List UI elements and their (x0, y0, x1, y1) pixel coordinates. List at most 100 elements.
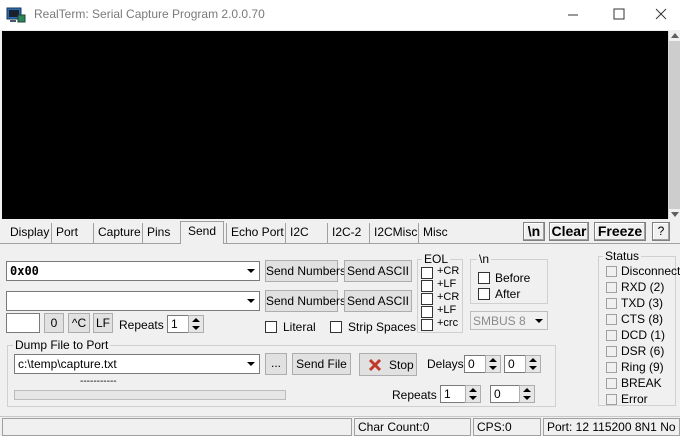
send-ascii-button-1[interactable]: Send ASCII (344, 260, 412, 282)
window-title: RealTerm: Serial Capture Program 2.0.0.7… (34, 7, 265, 21)
newline-group-title: \n (477, 252, 492, 266)
status-label-3: CTS (8) (621, 312, 663, 326)
dump-repeats-label: Repeats (392, 388, 437, 402)
repeats-spinner[interactable] (188, 315, 204, 333)
tab-pins[interactable]: Pins (142, 223, 174, 243)
chevron-down-icon[interactable] (243, 293, 258, 309)
tab-display[interactable]: Display (6, 223, 53, 243)
status-label-4: DCD (1) (621, 328, 665, 342)
scrollbar-thumb[interactable] (669, 41, 680, 209)
spin-up-icon[interactable] (529, 358, 537, 362)
tab-i2c-2[interactable]: I2C-2 (327, 223, 365, 243)
newline-button[interactable]: \n (523, 222, 545, 241)
spin-up-icon[interactable] (469, 388, 477, 392)
spin-down-icon[interactable] (529, 366, 537, 370)
spin-down-icon[interactable] (489, 366, 497, 370)
send-file-button[interactable]: Send File (292, 353, 351, 375)
single-char-input[interactable] (6, 313, 40, 333)
literal-checkbox[interactable] (265, 321, 277, 333)
eol-cr-checkbox-2[interactable] (421, 293, 433, 305)
scroll-up-icon[interactable] (671, 33, 679, 38)
delay1-input[interactable]: 0 (464, 355, 486, 373)
status-label-2: TXD (3) (621, 296, 663, 310)
tab-echo-port[interactable]: Echo Port (226, 223, 288, 243)
zero-button[interactable]: 0 (44, 313, 64, 333)
dump-repeats1-spinner[interactable] (465, 385, 481, 403)
spin-up-icon[interactable] (489, 358, 497, 362)
tab-port[interactable]: Port (51, 223, 82, 243)
newline-after-checkbox[interactable] (478, 288, 490, 300)
spin-up-icon[interactable] (192, 318, 200, 322)
spin-down-icon[interactable] (469, 396, 477, 400)
dump-file-path-combo[interactable]: c:\temp\capture.txt (14, 354, 260, 374)
send-line2-combo[interactable] (6, 291, 260, 311)
status-label-5: DSR (6) (621, 344, 665, 358)
dump-repeats2-spinner[interactable] (519, 385, 535, 403)
scroll-down-icon[interactable] (671, 212, 679, 217)
status-label-7: BREAK (621, 376, 662, 390)
maximize-button[interactable] (596, 0, 642, 30)
chevron-down-icon[interactable] (243, 356, 258, 372)
serial-port-icon (6, 6, 26, 24)
send-line1-combo[interactable]: 0x00 (6, 261, 260, 281)
status-label-8: Error (621, 392, 648, 406)
eol-crc-checkbox[interactable] (421, 319, 433, 331)
tab-i2c[interactable]: I2C (285, 223, 313, 243)
help-button[interactable]: ? (652, 222, 670, 241)
spin-up-icon[interactable] (523, 388, 531, 392)
terminal-scrollbar[interactable] (668, 31, 680, 219)
delay2-input[interactable]: 0 (504, 355, 526, 373)
eol-lf-checkbox-1[interactable] (421, 280, 433, 292)
status-indicator-5 (606, 346, 617, 357)
dump-repeats2-input[interactable]: 0 (490, 385, 520, 403)
chevron-down-icon[interactable] (531, 313, 546, 328)
statusbar-empty (2, 418, 352, 436)
status-indicator-1 (606, 282, 617, 293)
stop-x-icon (368, 358, 382, 375)
port-status: Port: 12 115200 8N1 No (543, 418, 680, 436)
delay1-spinner[interactable] (485, 355, 501, 373)
newline-before-checkbox[interactable] (478, 272, 490, 284)
send-numbers-button-2[interactable]: Send Numbers (265, 290, 346, 312)
status-label-1: RXD (2) (621, 280, 665, 294)
browse-button[interactable]: ... (265, 353, 287, 375)
tab-i2cmisc[interactable]: I2CMisc (369, 223, 421, 243)
stop-button[interactable]: Stop (359, 353, 417, 376)
minimize-button[interactable] (550, 0, 596, 30)
send-ascii-button-2[interactable]: Send ASCII (344, 290, 412, 312)
ctrl-c-button[interactable]: ^C (68, 313, 90, 333)
newline-after-label: After (495, 287, 521, 301)
dump-progress-bar (14, 390, 286, 400)
repeats-input[interactable]: 1 (167, 315, 189, 333)
eol-cr-checkbox-1[interactable] (421, 267, 433, 279)
smbus-value: SMBUS 8 (473, 314, 526, 328)
status-label-6: Ring (9) (621, 360, 664, 374)
lf-button[interactable]: LF (93, 313, 113, 333)
send-line1-value[interactable]: 0x00 (10, 264, 39, 278)
dump-repeats1-input[interactable]: 1 (440, 385, 466, 403)
freeze-button[interactable]: Freeze (594, 222, 646, 241)
terminal-display[interactable] (2, 31, 668, 219)
spin-down-icon[interactable] (192, 326, 200, 330)
status-indicator-6 (606, 362, 617, 373)
strip-spaces-label: Strip Spaces (348, 320, 417, 334)
eol-lf-checkbox-2[interactable] (421, 306, 433, 318)
strip-spaces-checkbox[interactable] (330, 321, 342, 333)
eol-crc-label: +crc (437, 317, 459, 329)
delay2-spinner[interactable] (525, 355, 541, 373)
eol-cr-label-2: +CR (437, 291, 460, 303)
smbus-select[interactable]: SMBUS 8 (470, 311, 548, 330)
close-button[interactable] (642, 0, 680, 30)
status-indicator-4 (606, 330, 617, 341)
dump-file-path[interactable]: c:\temp\capture.txt (18, 357, 117, 371)
eol-cr-label-1: +CR (437, 265, 460, 277)
tab-misc[interactable]: Misc (418, 223, 452, 243)
tab-send[interactable]: Send (180, 221, 224, 244)
chevron-down-icon[interactable] (243, 263, 258, 279)
clear-button[interactable]: Clear (549, 222, 589, 241)
spin-down-icon[interactable] (523, 396, 531, 400)
send-numbers-button-1[interactable]: Send Numbers (265, 260, 346, 282)
tab-capture[interactable]: Capture (93, 223, 145, 243)
eol-lf-label-2: +LF (437, 304, 457, 316)
status-group-title: Status (603, 249, 642, 263)
